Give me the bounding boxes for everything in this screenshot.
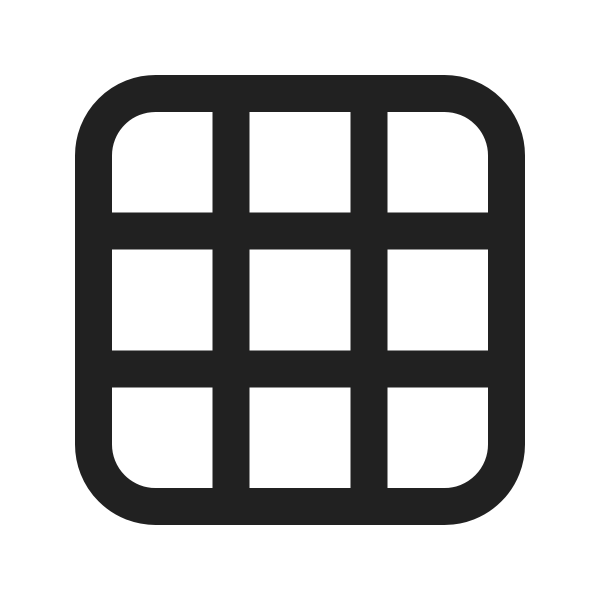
grid-icon-container: [0, 0, 600, 600]
icon-canvas: [0, 0, 600, 600]
grid-icon-dividers: [93, 93, 507, 507]
grid-3x3-icon: [75, 75, 525, 525]
grid-icon-frame: [75, 75, 525, 525]
